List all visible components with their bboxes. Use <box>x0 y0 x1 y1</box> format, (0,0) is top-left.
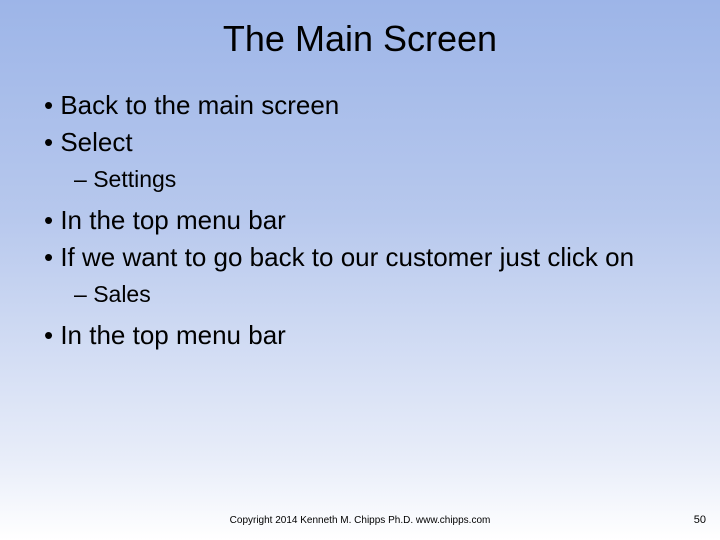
sub-bullet-list: Settings <box>28 164 720 195</box>
bullet-item: If we want to go back to our customer ju… <box>28 240 720 275</box>
bullet-item: In the top menu bar <box>28 203 720 238</box>
slide-footer: Copyright 2014 Kenneth M. Chipps Ph.D. w… <box>0 515 720 526</box>
page-number: 50 <box>694 514 706 526</box>
slide-title: The Main Screen <box>0 0 720 60</box>
bullet-item: Select <box>28 125 720 160</box>
sub-bullet-item: Sales <box>28 279 720 310</box>
bullet-list: Back to the main screen Select Settings … <box>28 88 720 354</box>
bullet-item: In the top menu bar <box>28 318 720 353</box>
copyright-text: Copyright 2014 Kenneth M. Chipps Ph.D. w… <box>0 515 720 526</box>
sub-bullet-list: Sales <box>28 279 720 310</box>
slide-body: Back to the main screen Select Settings … <box>0 60 720 354</box>
bullet-item: Back to the main screen <box>28 88 720 123</box>
sub-bullet-item: Settings <box>28 164 720 195</box>
